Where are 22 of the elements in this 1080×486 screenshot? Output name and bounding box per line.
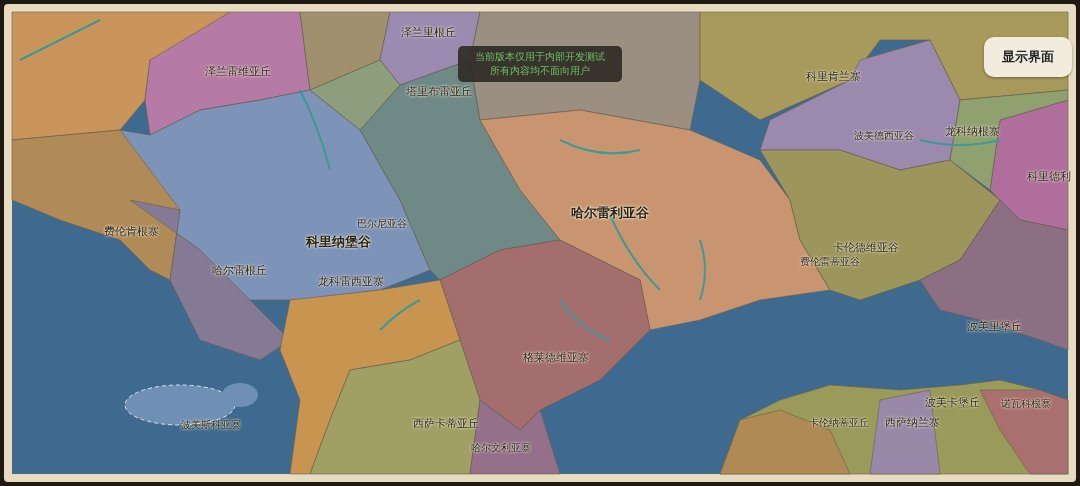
place-label: 巴尔尼亚谷: [357, 217, 407, 231]
place-label: 西萨纳兰寨: [884, 415, 940, 430]
place-label: 龙科纳根寨: [944, 124, 1000, 139]
place-label: 波美德西亚谷: [854, 129, 914, 143]
place-label: 费伦雷蒂亚谷: [800, 255, 860, 269]
place-label: 哈尔雷利亚谷: [571, 204, 649, 222]
place-label: 泽兰雷维亚丘: [205, 64, 271, 79]
place-label: 卡伦德维亚谷: [833, 240, 899, 255]
place-label: 费伦肯根寨: [103, 224, 159, 239]
place-label: 哈尔文利亚寨: [471, 441, 531, 455]
place-label: 龙科雷西亚寨: [318, 274, 384, 289]
place-label: 卡伦纳蒂亚丘: [809, 416, 869, 430]
place-label: 诺瓦科根寨: [1001, 397, 1051, 411]
place-label: 格莱德维亚寨: [523, 350, 589, 365]
notice-text: 当前版本仅用于内部开发测试: [475, 50, 605, 64]
place-label: 塔里布雷亚丘: [406, 84, 472, 99]
place-label: 科里纳堡谷: [305, 233, 371, 251]
place-label: 泽兰里根丘: [400, 25, 456, 40]
show-ui-button[interactable]: 显示界面: [984, 37, 1072, 77]
place-label: 西萨卡蒂亚丘: [413, 416, 479, 431]
place-label: 哈尔雷根丘: [211, 263, 267, 278]
notice-text: 所有内容均不面向用户: [490, 64, 590, 78]
